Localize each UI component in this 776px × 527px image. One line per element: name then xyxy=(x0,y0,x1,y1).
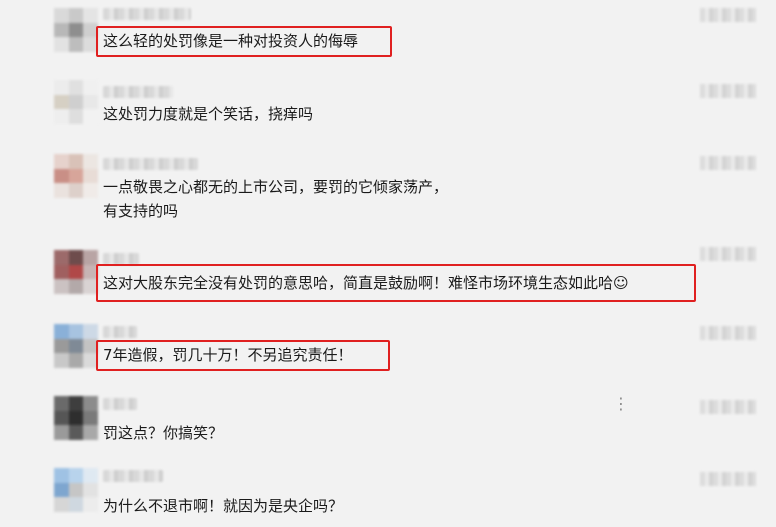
timestamp xyxy=(700,84,756,98)
username[interactable] xyxy=(103,470,163,482)
comment-text: 这对大股东完全没有处罚的意思哈，简直是鼓励啊！难怪市场环境生态如此哈☺ xyxy=(103,274,629,292)
more-options-icon[interactable]: ⋮ xyxy=(613,396,630,412)
username[interactable] xyxy=(103,398,137,410)
timestamp xyxy=(700,400,756,414)
comment-text: 为什么不退市啊！就因为是央企吗？ xyxy=(103,497,344,515)
avatar[interactable] xyxy=(54,250,98,294)
timestamp xyxy=(700,472,756,486)
avatar[interactable] xyxy=(54,324,98,368)
avatar[interactable] xyxy=(54,396,98,440)
comment-text: 这么轻的处罚像是一种对投资人的侮辱 xyxy=(103,32,359,50)
username[interactable] xyxy=(103,86,173,98)
timestamp xyxy=(700,8,756,22)
avatar[interactable] xyxy=(54,8,98,52)
comment-text: 这处罚力度就是个笑话，挠痒吗 xyxy=(103,105,314,123)
avatar[interactable] xyxy=(54,154,98,198)
avatar[interactable] xyxy=(54,468,98,512)
timestamp xyxy=(700,326,756,340)
username[interactable] xyxy=(103,158,198,170)
timestamp xyxy=(700,156,756,170)
username[interactable] xyxy=(103,326,137,338)
comment-text: 7年造假，罚几十万！不另追究责任！ xyxy=(103,346,353,364)
avatar[interactable] xyxy=(54,80,98,124)
username[interactable] xyxy=(103,8,191,20)
comment-text: 罚这点？你搞笑？ xyxy=(103,424,224,442)
timestamp xyxy=(700,247,756,261)
comment-text: 一点敬畏之心都无的上市公司，要罚的它倾家荡产， 有支持的吗 xyxy=(103,178,449,220)
